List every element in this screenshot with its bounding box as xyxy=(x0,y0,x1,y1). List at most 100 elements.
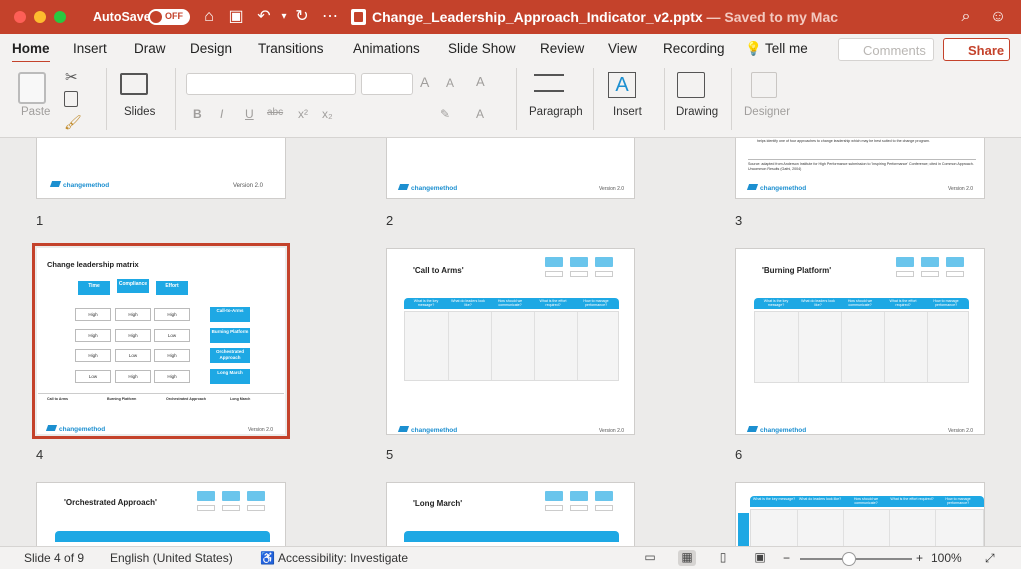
slide-thumbnail-6[interactable]: 'Burning Platform' What is the key messa… xyxy=(735,248,985,435)
tab-insert[interactable]: Insert xyxy=(73,41,107,56)
indicator-box xyxy=(896,271,914,277)
divider xyxy=(664,68,665,130)
title-bar: AutoSave OFF ⌂ ▣ ↶ ▾ ↻ ⋯ Change_Leadersh… xyxy=(0,0,1021,34)
chevron-shape xyxy=(222,491,240,501)
zoom-slider-handle[interactable] xyxy=(842,552,856,566)
drawing-icon[interactable] xyxy=(677,72,705,98)
decrease-font-icon[interactable]: A xyxy=(446,76,454,90)
lightbulb-icon: 💡 xyxy=(745,41,762,56)
tab-home[interactable]: Home xyxy=(12,41,50,64)
slide-thumbnail-8[interactable]: 'Long March' xyxy=(386,482,635,546)
matrix-header-effort: Effort xyxy=(156,281,188,295)
increase-font-icon[interactable]: A xyxy=(420,74,429,90)
column-divider xyxy=(577,312,578,380)
share-button[interactable]: Share xyxy=(943,38,1010,61)
zoom-slider-track[interactable] xyxy=(800,558,912,560)
slide-thumbnail-3[interactable]: helps identify one of four approaches to… xyxy=(735,138,985,199)
zoom-in-icon[interactable]: + xyxy=(916,551,923,565)
highlight-icon[interactable]: ✎ xyxy=(440,107,450,121)
insert-textbox-icon[interactable]: A xyxy=(608,72,636,98)
column-divider xyxy=(884,312,885,382)
designer-icon[interactable] xyxy=(751,72,777,98)
autosave-toggle[interactable]: OFF xyxy=(148,9,190,25)
strikethrough-button[interactable]: abc xyxy=(267,107,283,118)
font-name-field[interactable] xyxy=(186,73,356,95)
minimize-window-button[interactable] xyxy=(34,11,46,23)
slide-thumbnail-4[interactable]: Change leadership matrix Time Compliance… xyxy=(32,243,290,439)
indicator-box xyxy=(222,505,240,511)
slides-icon[interactable] xyxy=(120,73,148,95)
bold-button[interactable]: B xyxy=(193,107,202,121)
copy-icon[interactable] xyxy=(64,91,78,107)
slide-thumbnail-5[interactable]: 'Call to Arms' What is the key message? … xyxy=(386,248,635,435)
matrix-result: Call-to-Arms xyxy=(210,307,250,322)
format-painter-icon[interactable]: 🖌 xyxy=(64,114,82,131)
font-size-field[interactable] xyxy=(361,73,413,95)
paste-icon[interactable] xyxy=(18,72,46,104)
tab-animations[interactable]: Animations xyxy=(353,41,420,56)
undo-icon[interactable]: ↶ xyxy=(254,7,274,27)
slide-thumbnail-2[interactable]: changemethod Version 2.0 xyxy=(386,138,635,199)
insert-label[interactable]: Insert xyxy=(613,106,642,118)
column-divider xyxy=(448,312,449,380)
designer-label[interactable]: Designer xyxy=(744,106,790,118)
reading-view-icon[interactable]: ▯ xyxy=(714,550,732,566)
bottom-label: Orchestrated Approach xyxy=(166,397,207,401)
cut-icon[interactable]: ✂ xyxy=(65,68,78,86)
tell-me[interactable]: Tell me xyxy=(765,41,808,56)
clear-format-icon[interactable]: A xyxy=(476,74,485,89)
tab-recording[interactable]: Recording xyxy=(663,41,725,56)
slide-sorter-view-icon[interactable]: ▦ xyxy=(678,550,696,566)
normal-view-icon[interactable]: ▭ xyxy=(641,550,659,566)
search-icon[interactable]: ⌕ xyxy=(956,7,976,27)
account-icon[interactable]: ☺ xyxy=(988,7,1008,27)
underline-button[interactable]: U xyxy=(245,107,254,121)
tab-design[interactable]: Design xyxy=(190,41,232,56)
slide-number-1: 1 xyxy=(36,213,44,228)
fit-to-window-icon[interactable]: ⤢ xyxy=(985,551,995,566)
slide-thumbnail-1[interactable]: changemethod Version 2.0 xyxy=(36,138,286,199)
slide-thumbnail-9[interactable]: What is the key message? What do leaders… xyxy=(735,482,985,546)
indicator-box xyxy=(570,271,588,277)
language[interactable]: English (United States) xyxy=(110,551,233,565)
changemethod-logo: changemethod xyxy=(45,425,105,433)
paste-label[interactable]: Paste xyxy=(21,106,50,118)
matrix-cell: High xyxy=(75,329,111,342)
slides-label[interactable]: Slides xyxy=(124,106,155,118)
accessibility-icon[interactable]: ♿ xyxy=(260,551,275,565)
indicator-box xyxy=(595,271,613,277)
subscript-button[interactable]: x₂ xyxy=(322,107,333,121)
font-color-icon[interactable]: A xyxy=(476,107,484,121)
tab-draw[interactable]: Draw xyxy=(134,41,166,56)
superscript-button[interactable]: x² xyxy=(298,107,308,121)
paragraph-label[interactable]: Paragraph xyxy=(529,106,583,118)
version-label: Version 2.0 xyxy=(948,428,974,434)
zoom-out-icon[interactable]: − xyxy=(783,551,790,565)
matrix-cell: High xyxy=(115,370,151,383)
tab-slide-show[interactable]: Slide Show xyxy=(448,41,516,56)
slide-sorter: changemethod Version 2.0 1 changemethod … xyxy=(0,138,1021,546)
indicator-box xyxy=(921,271,939,277)
home-icon[interactable]: ⌂ xyxy=(199,7,219,27)
tab-review[interactable]: Review xyxy=(540,41,584,56)
tab-view[interactable]: View xyxy=(608,41,637,56)
tab-transitions[interactable]: Transitions xyxy=(258,41,324,56)
version-label: Version 2.0 xyxy=(599,186,625,192)
comments-button[interactable]: Comments xyxy=(838,38,934,61)
redo-icon[interactable]: ↻ xyxy=(292,7,312,27)
column-header: What is the effort required? xyxy=(889,299,917,307)
undo-dropdown-icon[interactable]: ▾ xyxy=(274,7,294,27)
drawing-label[interactable]: Drawing xyxy=(676,106,718,118)
accessibility-status[interactable]: Accessibility: Investigate xyxy=(278,551,408,565)
zoom-window-button[interactable] xyxy=(54,11,66,23)
slide-show-icon[interactable]: ▣ xyxy=(751,550,769,566)
save-icon[interactable]: ▣ xyxy=(226,7,246,27)
vertical-scrollbar[interactable] xyxy=(1012,138,1021,546)
slide-thumbnail-7[interactable]: 'Orchestrated Approach' xyxy=(36,482,286,546)
paragraph-icon[interactable] xyxy=(534,74,564,92)
close-window-button[interactable] xyxy=(14,11,26,23)
zoom-level[interactable]: 100% xyxy=(931,551,962,565)
bottom-label: Long March xyxy=(230,397,251,401)
more-icon[interactable]: ⋯ xyxy=(320,7,340,27)
italic-button[interactable]: I xyxy=(220,107,223,121)
